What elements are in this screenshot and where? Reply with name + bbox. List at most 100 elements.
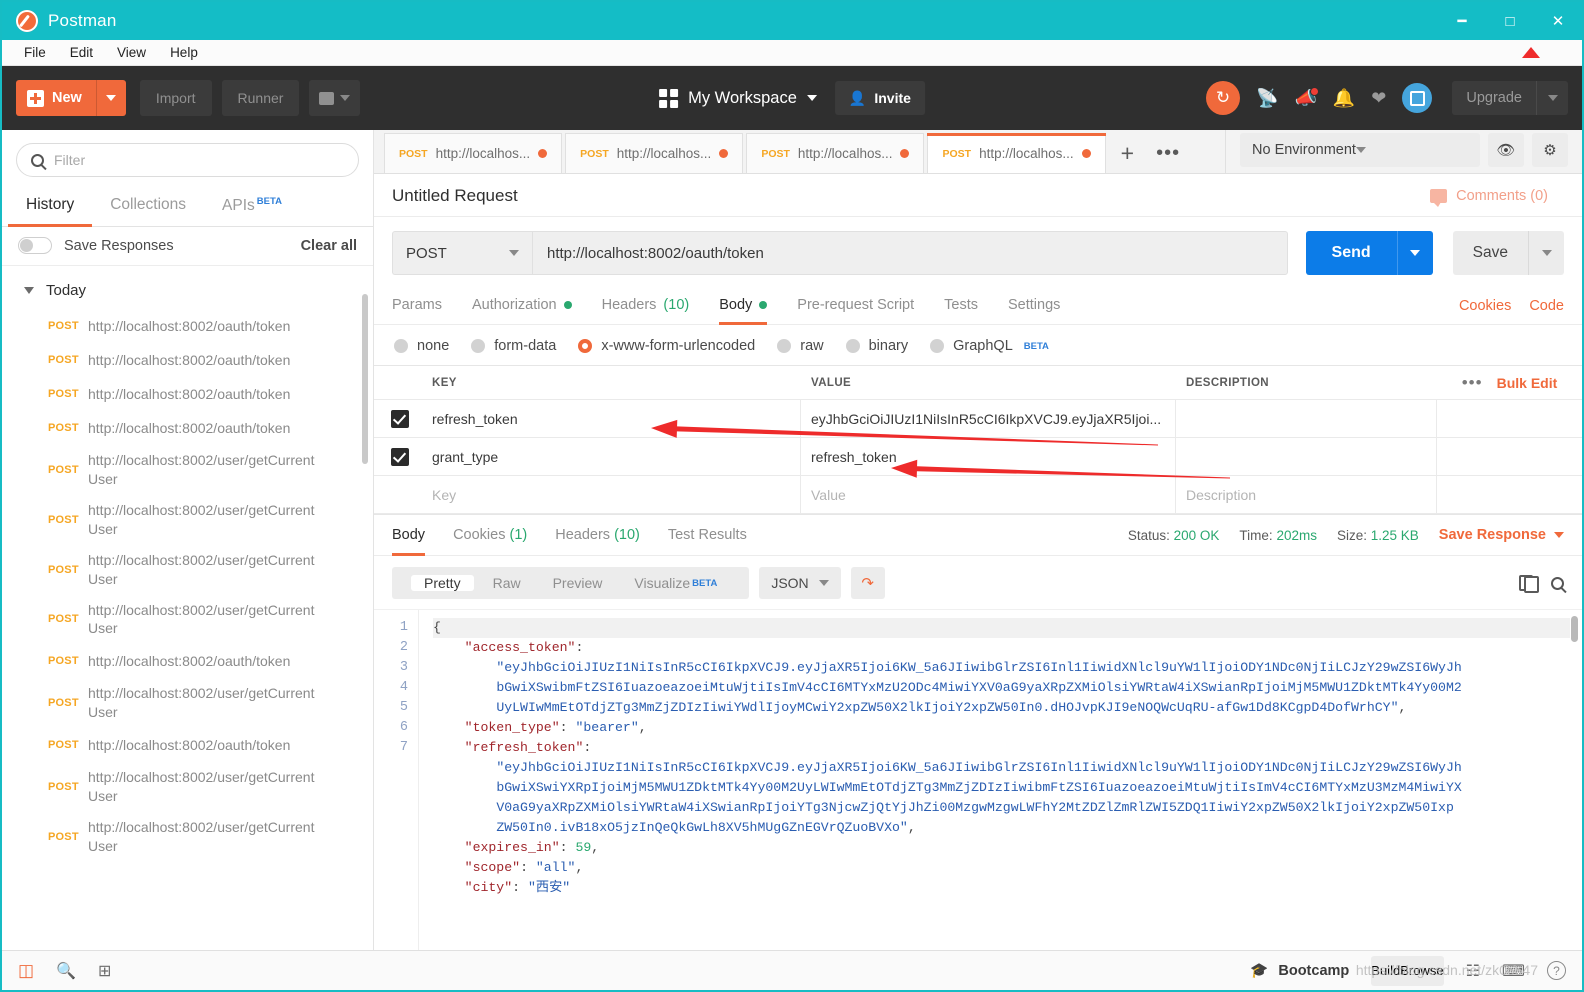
history-item[interactable]: POST http://localhost:8002/user/getCurren… bbox=[2, 762, 373, 812]
response-tab-cookies[interactable]: Cookies (1) bbox=[453, 515, 527, 555]
response-body-text[interactable]: { "access_token": "eyJhbGciOiJIUzI1NiIsI… bbox=[418, 610, 1582, 950]
history-item[interactable]: POST http://localhost:8002/user/getCurren… bbox=[2, 812, 373, 862]
find-icon[interactable]: 🔍 bbox=[56, 961, 76, 981]
request-tab-headers[interactable]: Headers (10) bbox=[602, 287, 690, 324]
code-scrollbar[interactable] bbox=[1571, 616, 1578, 642]
view-mode-pretty[interactable]: Pretty bbox=[411, 575, 474, 591]
history-item[interactable]: POST http://localhost:8002/oauth/token bbox=[2, 411, 373, 445]
send-button[interactable]: Send bbox=[1305, 231, 1397, 275]
row-value[interactable]: eyJhbGciOiJIUzI1NiIsInR5cCI6IkpXVCJ9.eyJ… bbox=[801, 400, 1176, 437]
save-dropdown-button[interactable] bbox=[1528, 231, 1564, 275]
save-request-button[interactable]: Save bbox=[1452, 231, 1528, 275]
megaphone-icon[interactable]: 📣 bbox=[1294, 86, 1319, 109]
heart-icon[interactable]: ❤ bbox=[1371, 88, 1386, 109]
invite-button[interactable]: 👤 Invite bbox=[834, 81, 925, 115]
response-tab-test-results[interactable]: Test Results bbox=[668, 515, 747, 555]
new-button[interactable]: New bbox=[16, 80, 126, 116]
request-tab-params[interactable]: Params bbox=[392, 287, 442, 324]
new-dropdown-button[interactable] bbox=[95, 80, 126, 116]
code-link[interactable]: Code bbox=[1529, 298, 1564, 314]
history-item[interactable]: POST http://localhost:8002/oauth/token bbox=[2, 309, 373, 343]
layout-icon[interactable]: ☷ bbox=[1466, 961, 1480, 981]
search-icon[interactable] bbox=[1551, 576, 1564, 590]
request-tab-pre-request-script[interactable]: Pre-request Script bbox=[797, 287, 914, 324]
history-item[interactable]: POST http://localhost:8002/user/getCurren… bbox=[2, 545, 373, 595]
response-body-code[interactable]: 1 2 3 4 5 6 7 { "access_token": "eyJhbGciOiJIU… bbox=[374, 609, 1582, 950]
request-tab-settings[interactable]: Settings bbox=[1008, 287, 1060, 324]
menu-view[interactable]: View bbox=[105, 43, 158, 62]
sidebar-toggle-icon[interactable]: ◫ bbox=[18, 961, 34, 981]
row-description[interactable] bbox=[1176, 438, 1437, 475]
menu-help[interactable]: Help bbox=[158, 43, 210, 62]
runner-button[interactable]: Runner bbox=[221, 80, 300, 116]
row-value[interactable]: refresh_token bbox=[801, 438, 1176, 475]
placeholder-description-input[interactable]: Description bbox=[1176, 476, 1437, 513]
wrap-lines-button[interactable]: ↷ bbox=[850, 567, 885, 599]
sync-icon[interactable]: ↻ bbox=[1206, 81, 1241, 115]
bulk-edit-button[interactable]: Bulk Edit bbox=[1497, 375, 1558, 391]
bootcamp-button[interactable]: 🎓 Bootcamp bbox=[1250, 962, 1349, 980]
chip-icon[interactable] bbox=[1402, 83, 1433, 113]
view-mode-raw[interactable]: Raw bbox=[477, 575, 537, 591]
close-button[interactable]: ✕ bbox=[1534, 2, 1582, 40]
save-responses-toggle[interactable] bbox=[18, 237, 52, 255]
filter-box[interactable] bbox=[16, 143, 359, 177]
request-title[interactable]: Untitled Request bbox=[392, 186, 518, 206]
body-type-graphql[interactable]: GraphQL BETA bbox=[930, 338, 1049, 354]
body-type-none[interactable]: none bbox=[394, 338, 449, 354]
keyboard-icon[interactable]: ⌨ bbox=[1502, 961, 1525, 981]
history-item[interactable]: POST http://localhost:8002/oauth/token bbox=[2, 343, 373, 377]
checkbox[interactable] bbox=[391, 409, 409, 428]
history-item[interactable]: POST http://localhost:8002/user/getCurren… bbox=[2, 445, 373, 495]
browse-tab[interactable]: Browse bbox=[1400, 963, 1443, 978]
history-item[interactable]: POST http://localhost:8002/oauth/token bbox=[2, 377, 373, 411]
satellite-icon[interactable]: 📡 bbox=[1256, 88, 1278, 109]
table-row[interactable]: refresh_token eyJhbGciOiJIUzI1NiIsInR5cCI… bbox=[374, 400, 1582, 438]
menu-edit[interactable]: Edit bbox=[58, 43, 105, 62]
body-type-x-www-form-urlencoded[interactable]: x-www-form-urlencoded bbox=[578, 338, 755, 354]
cookies-link[interactable]: Cookies bbox=[1459, 298, 1511, 314]
sidebar-tab-collections[interactable]: Collections bbox=[92, 187, 204, 226]
table-row[interactable]: grant_type refresh_token bbox=[374, 438, 1582, 476]
console-icon[interactable]: ⊞ bbox=[98, 961, 111, 981]
response-tab-body[interactable]: Body bbox=[392, 515, 426, 556]
environment-settings-button[interactable]: ⚙ bbox=[1532, 133, 1568, 167]
history-item[interactable]: POST http://localhost:8002/oauth/token bbox=[2, 728, 373, 762]
environment-quick-look-button[interactable]: 👁 bbox=[1488, 133, 1524, 167]
response-tab-headers[interactable]: Headers (10) bbox=[555, 515, 640, 555]
new-tab-button[interactable]: + bbox=[1109, 142, 1146, 173]
checkbox[interactable] bbox=[391, 447, 409, 466]
clear-all-button[interactable]: Clear all bbox=[301, 238, 357, 254]
row-key[interactable]: refresh_token bbox=[426, 400, 801, 437]
history-item[interactable]: POST http://localhost:8002/user/getCurren… bbox=[2, 595, 373, 645]
request-tab[interactable]: POST http://localhos... bbox=[927, 133, 1106, 173]
history-item[interactable]: POST http://localhost:8002/user/getCurren… bbox=[2, 678, 373, 728]
environment-select[interactable]: No Environment bbox=[1240, 133, 1480, 167]
history-item[interactable]: POST http://localhost:8002/oauth/token bbox=[2, 644, 373, 678]
request-tab[interactable]: POST http://localhos... bbox=[565, 133, 744, 173]
request-tab-authorization[interactable]: Authorization bbox=[472, 287, 572, 324]
url-input[interactable]: http://localhost:8002/oauth/token bbox=[532, 231, 1288, 275]
method-select[interactable]: POST bbox=[392, 231, 532, 275]
request-tab-body[interactable]: Body bbox=[719, 287, 768, 325]
placeholder-value-input[interactable]: Value bbox=[801, 476, 1176, 513]
sidebar-tab-apis[interactable]: APIs BETA bbox=[204, 187, 300, 226]
view-mode-visualize[interactable]: Visualize BETA bbox=[618, 575, 733, 591]
minimize-button[interactable]: ━ bbox=[1438, 2, 1486, 40]
upgrade-dropdown[interactable] bbox=[1536, 81, 1568, 115]
filter-input[interactable] bbox=[54, 152, 344, 168]
help-icon[interactable]: ? bbox=[1547, 961, 1566, 980]
send-dropdown-button[interactable] bbox=[1396, 231, 1433, 275]
build-tab[interactable]: Build bbox=[1371, 963, 1400, 978]
sidebar-scrollbar[interactable] bbox=[362, 294, 368, 465]
upgrade-button[interactable]: Upgrade bbox=[1452, 81, 1568, 115]
placeholder-key-input[interactable]: Key bbox=[426, 476, 801, 513]
view-mode-preview[interactable]: Preview bbox=[537, 575, 619, 591]
table-options-icon[interactable]: ••• bbox=[1462, 374, 1483, 391]
maximize-button[interactable]: □ bbox=[1486, 2, 1534, 40]
sidebar-tab-history[interactable]: History bbox=[8, 187, 93, 228]
bell-icon[interactable]: 🔔 bbox=[1333, 88, 1355, 109]
request-tab[interactable]: POST http://localhos... bbox=[384, 133, 563, 173]
request-tab[interactable]: POST http://localhos... bbox=[746, 133, 925, 173]
history-item[interactable]: POST http://localhost:8002/user/getCurren… bbox=[2, 495, 373, 545]
